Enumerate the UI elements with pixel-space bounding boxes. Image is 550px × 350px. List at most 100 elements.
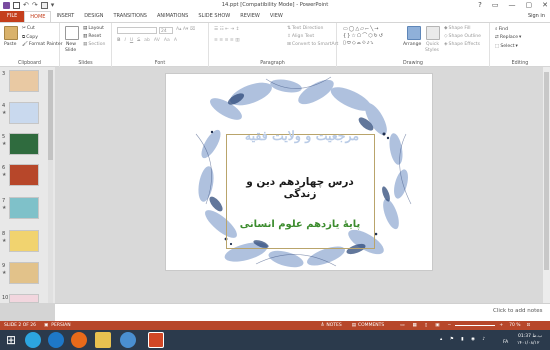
- file-explorer-icon[interactable]: [95, 332, 111, 348]
- powerpoint-taskbar-icon[interactable]: [148, 332, 164, 348]
- tab-view[interactable]: VIEW: [265, 11, 288, 22]
- drawing-group-label: Drawing: [403, 61, 423, 66]
- thumbnail-animation-star-icon: ★: [2, 110, 7, 116]
- slide-thumbnail[interactable]: [9, 262, 39, 284]
- sign-in-link[interactable]: Sign in: [528, 13, 545, 19]
- align-text-button[interactable]: ⇳ Align Text: [287, 34, 314, 39]
- slide-title[interactable]: مرجعیت و ولایت فقیه: [232, 128, 372, 143]
- telegram-icon[interactable]: [25, 332, 41, 348]
- slide-count: SLIDE 2 OF 26: [4, 323, 37, 328]
- notes-placeholder[interactable]: Click to add notes: [493, 308, 542, 314]
- firefox-icon[interactable]: [71, 332, 87, 348]
- tab-review[interactable]: REVIEW: [235, 11, 265, 22]
- zoom-level[interactable]: 70 %: [509, 323, 520, 328]
- shape-fill-button[interactable]: ◆ Shape Fill: [444, 26, 471, 31]
- tab-animations[interactable]: ANIMATIONS: [152, 11, 193, 22]
- normal-view-icon[interactable]: ▭: [400, 323, 404, 328]
- minimize-button[interactable]: —: [509, 1, 516, 9]
- comments-icon: ▤: [351, 323, 356, 328]
- media-player-icon[interactable]: [120, 332, 136, 348]
- reset-label: Reset: [88, 34, 102, 39]
- text-direction-button[interactable]: ⇅ Text Direction: [287, 26, 323, 31]
- shape-effects-label: Shape Effects: [448, 42, 481, 47]
- slide-subtitle[interactable]: درس چهاردهم دین و زندگی: [230, 176, 370, 200]
- slide-thumbnail[interactable]: [9, 294, 39, 303]
- zoom-out-icon[interactable]: −: [448, 323, 452, 328]
- help-button[interactable]: ?: [478, 1, 482, 9]
- list-buttons[interactable]: ☰ ☷ ⇤ ⇥ ↕: [214, 27, 240, 32]
- window-controls: ? ▭ — ▢ ✕: [478, 1, 548, 9]
- ribbon-display-button[interactable]: ▭: [492, 1, 499, 9]
- slide-thumbnail[interactable]: [9, 197, 39, 219]
- font-name-dropdown[interactable]: [117, 27, 157, 34]
- slide-thumbnail[interactable]: [9, 133, 39, 155]
- thumbnail-animation-star-icon: ★: [2, 270, 7, 276]
- tab-slide-show[interactable]: SLIDE SHOW: [193, 11, 235, 22]
- tab-transitions[interactable]: TRANSITIONS: [108, 11, 152, 22]
- paste-icon[interactable]: [4, 26, 18, 40]
- window-title: 14.ppt [Compatibility Mode] - PowerPoint: [221, 2, 329, 8]
- layout-icon: ▤: [83, 26, 88, 31]
- quick-styles-button[interactable]: Quick: [426, 42, 439, 47]
- tab-file[interactable]: FILE: [0, 11, 25, 22]
- new-slide-button[interactable]: New: [66, 42, 76, 47]
- language-indicator[interactable]: PERSIAN: [51, 323, 70, 328]
- reset-button[interactable]: ▥ Reset: [83, 34, 101, 39]
- clock-time[interactable]: 01:37 ب.ظ: [518, 334, 542, 339]
- close-button[interactable]: ✕: [542, 1, 548, 9]
- arrange-icon[interactable]: [407, 26, 421, 40]
- font-size-dropdown[interactable]: 24: [159, 27, 173, 34]
- paste-button[interactable]: Paste: [4, 42, 16, 47]
- quick-styles-icon[interactable]: [426, 26, 440, 40]
- font-style-buttons[interactable]: B I U Sab AV Aa A: [117, 38, 177, 43]
- shape-outline-label: Shape Outline: [448, 34, 482, 39]
- replace-button[interactable]: ⇄ Replace ▾: [495, 35, 521, 40]
- status-bar: SLIDE 2 OF 26 ▣ PERSIAN ≜ NOTES ▤ COMMEN…: [0, 321, 550, 330]
- slide-sorter-icon[interactable]: ▦: [413, 323, 417, 328]
- format-painter-button[interactable]: 🖌 Format Painter: [22, 42, 63, 47]
- notes-button[interactable]: NOTES: [326, 323, 341, 328]
- copy-button[interactable]: ⧉ Copy: [22, 34, 38, 41]
- thumbnail-scrollbar-thumb[interactable]: [48, 70, 53, 160]
- convert-smartart-button[interactable]: ⊞ Convert to SmartArt: [287, 42, 338, 47]
- shape-effects-button[interactable]: ◈ Shape Effects: [444, 42, 480, 47]
- find-button[interactable]: ⌕ Find: [495, 26, 508, 33]
- clock-date[interactable]: ۱۴۰۱/۰۸/۱۲: [517, 341, 539, 346]
- new-slide-button-line2[interactable]: Slide: [65, 48, 76, 53]
- maximize-button[interactable]: ▢: [526, 1, 533, 9]
- align-buttons[interactable]: ≡ ≡ ≡ ≡ ▥: [214, 38, 240, 43]
- start-button-icon[interactable]: ⊞: [3, 332, 19, 348]
- slideshow-view-icon[interactable]: ▣: [435, 323, 439, 328]
- zoom-in-icon[interactable]: +: [499, 323, 503, 328]
- comments-button[interactable]: COMMENTS: [358, 323, 384, 328]
- new-slide-icon[interactable]: [65, 26, 79, 40]
- shapes-gallery[interactable]: ▭◯△▱⌐╲→ {}☆⬠⌒⬡↻↺ ▯⬭◇⌓⟐⤴⤵: [343, 26, 401, 50]
- arrange-button[interactable]: Arrange: [403, 42, 421, 47]
- internet-explorer-icon[interactable]: [48, 332, 64, 348]
- cut-button[interactable]: ✂ Cut: [22, 26, 35, 31]
- slide-thumbnail[interactable]: [9, 102, 39, 124]
- thumbnail-animation-star-icon: ★: [2, 238, 7, 244]
- tab-design[interactable]: DESIGN: [79, 11, 108, 22]
- slide-thumbnail[interactable]: [9, 230, 39, 252]
- notes-pane[interactable]: [55, 303, 550, 321]
- slide-thumbnail[interactable]: [9, 70, 39, 92]
- thumbnail-number: 8: [2, 231, 6, 237]
- zoom-slider[interactable]: [455, 325, 496, 326]
- slide-thumbnail[interactable]: [9, 164, 39, 186]
- tab-home[interactable]: HOME: [24, 11, 52, 22]
- layout-button[interactable]: ▤ Layout: [83, 26, 104, 31]
- fit-slide-icon[interactable]: ⊡: [527, 323, 531, 328]
- slide-grade-text[interactable]: پایۀ یازدهم علوم انسانی: [230, 219, 370, 230]
- clipboard-group-label: Clipboard: [18, 61, 41, 66]
- font-size-buttons[interactable]: A▴ A▾ ⌧: [176, 27, 195, 32]
- keyboard-language[interactable]: FA: [503, 340, 508, 345]
- section-button[interactable]: ▦ Section: [83, 42, 105, 47]
- format-painter-icon: 🖌: [22, 42, 28, 47]
- select-button[interactable]: ⬚ Select ▾: [495, 44, 518, 49]
- shape-outline-button[interactable]: ◇ Shape Outline: [444, 34, 481, 39]
- tab-insert[interactable]: INSERT: [51, 11, 79, 22]
- reading-view-icon[interactable]: ▯: [425, 323, 427, 328]
- editor-scrollbar-thumb[interactable]: [544, 72, 549, 270]
- quick-styles-button-line2[interactable]: Styles: [425, 48, 439, 53]
